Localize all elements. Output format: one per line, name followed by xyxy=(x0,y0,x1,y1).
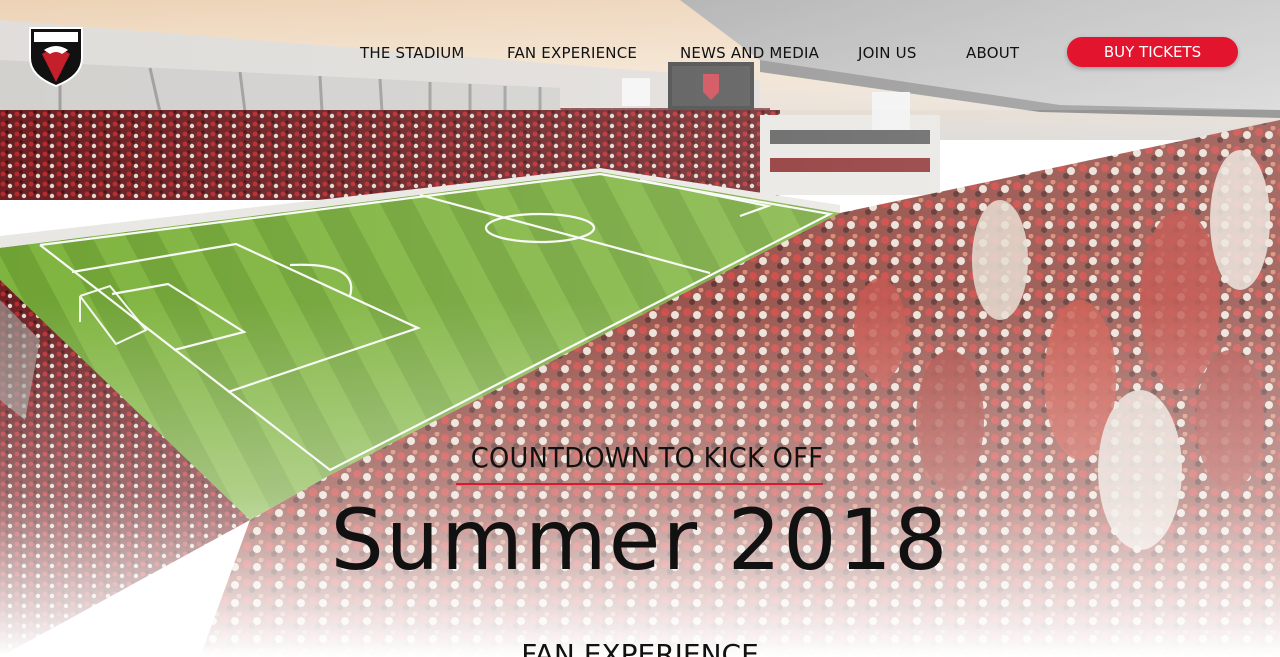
nav-item-the-stadium[interactable]: THE STADIUM xyxy=(360,42,465,64)
countdown-value: Summer 2018 xyxy=(330,491,950,589)
buy-tickets-button[interactable]: BUY TICKETS xyxy=(1067,37,1238,67)
countdown-label: COUNTDOWN TO KICK OFF xyxy=(470,441,824,474)
nav-item-news-and-media[interactable]: NEWS AND MEDIA xyxy=(680,42,819,64)
nav-item-join-us[interactable]: JOIN US xyxy=(858,42,917,64)
countdown-divider xyxy=(456,483,823,485)
nav-item-fan-experience[interactable]: FAN EXPERIENCE xyxy=(507,42,637,64)
fan-experience-heading: FAN EXPERIENCE xyxy=(521,638,759,657)
nav-item-about[interactable]: ABOUT xyxy=(966,42,1019,64)
page: THE STADIUM FAN EXPERIENCE NEWS AND MEDI… xyxy=(0,0,1280,657)
